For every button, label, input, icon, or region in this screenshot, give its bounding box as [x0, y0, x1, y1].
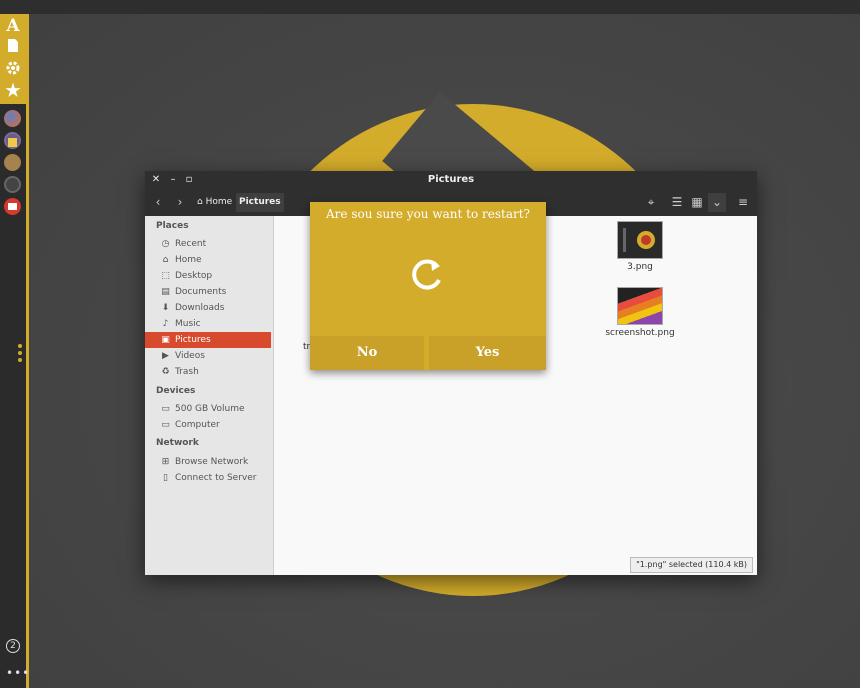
- sidebar-item-music[interactable]: ♪ Music: [145, 316, 271, 332]
- dock-handle[interactable]: [18, 344, 22, 365]
- devices-heading: Devices: [156, 386, 196, 396]
- network-heading: Network: [156, 438, 199, 448]
- apps-launcher-icon[interactable]: A: [4, 17, 22, 35]
- drive-icon: ▭: [161, 404, 170, 414]
- title-bar: ✕ – ▫ Pictures: [145, 171, 757, 189]
- videos-icon: ▶: [162, 351, 169, 361]
- terminal-app-icon[interactable]: [4, 176, 21, 193]
- yes-button[interactable]: Yes: [429, 336, 546, 370]
- location-target-icon[interactable]: ⌖: [642, 193, 660, 212]
- more-options-icon[interactable]: •••: [6, 666, 30, 680]
- sidebar-item-home[interactable]: ⌂ Home: [145, 252, 271, 268]
- sidebar-item-computer[interactable]: ▭ Computer: [145, 417, 271, 433]
- sidebar-item-volume[interactable]: ▭ 500 GB Volume: [145, 401, 271, 417]
- dialog-title: Are sou sure you want to restart?: [326, 207, 530, 221]
- file-item[interactable]: 3.png: [600, 221, 680, 272]
- restart-icon: [407, 254, 447, 294]
- home-icon: ⌂: [197, 197, 203, 207]
- view-options-chevron-down-icon[interactable]: ⌄: [708, 193, 726, 212]
- list-view-icon[interactable]: ☰: [669, 193, 685, 212]
- home-icon: ⌂: [162, 255, 169, 265]
- sidebar-item-browse-network[interactable]: ⊞ Browse Network: [145, 454, 271, 470]
- grid-view-icon[interactable]: ▦: [689, 193, 705, 212]
- sidebar: Places ◷ Recent ⌂ Home ⬚ Desktop ▤ Documents…: [145, 216, 274, 575]
- downloads-icon: ⬇: [161, 303, 170, 313]
- documents-icon: ▤: [161, 287, 170, 297]
- settings-gear-icon[interactable]: [4, 60, 22, 78]
- firefox-icon[interactable]: [4, 110, 21, 127]
- sidebar-item-videos[interactable]: ▶ Videos: [145, 348, 271, 364]
- no-button[interactable]: No: [310, 336, 424, 370]
- files-icon[interactable]: [4, 38, 22, 56]
- sidebar-item-downloads[interactable]: ⬇ Downloads: [145, 300, 271, 316]
- desktop-icon: ⬚: [161, 271, 170, 281]
- music-icon: ♪: [162, 319, 169, 329]
- file-thumbnail: [617, 221, 663, 259]
- pictures-icon: ▣: [161, 335, 170, 345]
- sidebar-item-desktop[interactable]: ⬚ Desktop: [145, 268, 271, 284]
- dock: A ★ 2 •••: [0, 14, 29, 688]
- computer-icon: ▭: [161, 420, 170, 430]
- sidebar-item-connect-server[interactable]: ▯ Connect to Server: [145, 470, 271, 486]
- top-panel: [0, 0, 860, 14]
- status-bar: "1.png" selected (110.4 kB): [630, 557, 753, 573]
- media-app-icon[interactable]: [4, 198, 21, 215]
- back-button[interactable]: ‹: [151, 193, 165, 212]
- sidebar-item-recent[interactable]: ◷ Recent: [145, 236, 271, 252]
- breadcrumb-home[interactable]: ⌂ Home: [197, 193, 232, 212]
- archive-app-icon[interactable]: [4, 154, 21, 171]
- notes-app-icon[interactable]: [4, 132, 21, 149]
- forward-button[interactable]: ›: [173, 193, 187, 212]
- sidebar-item-documents[interactable]: ▤ Documents: [145, 284, 271, 300]
- restart-dialog: Are sou sure you want to restart? No Yes: [310, 202, 546, 370]
- places-heading: Places: [156, 221, 189, 231]
- file-item[interactable]: screenshot.png: [600, 287, 680, 338]
- sidebar-item-trash[interactable]: ♻ Trash: [145, 364, 271, 380]
- sidebar-item-pictures[interactable]: ▣ Pictures: [145, 332, 271, 348]
- trash-icon: ♻: [161, 367, 170, 377]
- menu-icon[interactable]: ≡: [735, 193, 751, 212]
- network-icon: ⊞: [161, 457, 170, 467]
- clock-icon: ◷: [161, 239, 170, 249]
- window-title: Pictures: [427, 174, 475, 185]
- breadcrumb-current[interactable]: Pictures: [236, 193, 284, 212]
- file-thumbnail: [617, 287, 663, 325]
- workspace-indicator[interactable]: 2: [6, 639, 20, 653]
- dock-system-group: A ★: [0, 14, 26, 104]
- server-icon: ▯: [163, 473, 168, 483]
- favorites-star-icon[interactable]: ★: [4, 82, 22, 100]
